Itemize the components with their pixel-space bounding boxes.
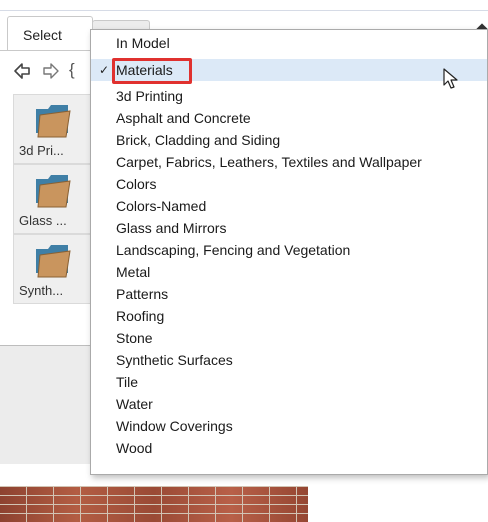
top-strip (0, 0, 488, 11)
folder-icon (36, 105, 71, 138)
materials-browser: Select { 3d Pri... Glass ... Synth... In… (0, 0, 488, 522)
material-tile[interactable]: Glass ... (13, 164, 91, 234)
menu-item-synthetic-surfaces[interactable]: Synthetic Surfaces (91, 349, 487, 371)
tab-select-label: Select (23, 27, 62, 43)
checkmark-icon: ✓ (99, 63, 110, 77)
menu-item-carpet-fabrics[interactable]: Carpet, Fabrics, Leathers, Textiles and … (91, 151, 487, 173)
collection-dropdown-menu: In Model ✓ Materials 3d Printing Asphalt… (90, 29, 488, 475)
material-tile[interactable]: Synth... (13, 234, 91, 304)
menu-item-brick-cladding[interactable]: Brick, Cladding and Siding (91, 129, 487, 151)
menu-item-asphalt-concrete[interactable]: Asphalt and Concrete (91, 107, 487, 129)
menu-item-roofing[interactable]: Roofing (91, 305, 487, 327)
menu-item-colors[interactable]: Colors (91, 173, 487, 195)
tile-label: Glass ... (19, 213, 67, 228)
tile-label: 3d Pri... (19, 143, 64, 158)
red-highlight-box (112, 58, 192, 84)
menu-item-glass-mirrors[interactable]: Glass and Mirrors (91, 217, 487, 239)
menu-item-3d-printing[interactable]: 3d Printing (91, 85, 487, 107)
menu-item-water[interactable]: Water (91, 393, 487, 415)
menu-item-window-coverings[interactable]: Window Coverings (91, 415, 487, 437)
brick-material-swatch[interactable] (0, 486, 308, 522)
material-tile[interactable]: 3d Pri... (13, 94, 91, 164)
back-arrow-icon[interactable] (13, 62, 31, 80)
menu-item-patterns[interactable]: Patterns (91, 283, 487, 305)
folder-icon (36, 245, 71, 278)
menu-item-in-model[interactable]: In Model (91, 32, 487, 54)
mouse-pointer-icon (443, 68, 459, 95)
menu-item-materials[interactable]: ✓ Materials (91, 58, 487, 84)
tile-label: Synth... (19, 283, 64, 298)
menu-item-stone[interactable]: Stone (91, 327, 487, 349)
menu-item-colors-named[interactable]: Colors-Named (91, 195, 487, 217)
home-icon[interactable]: { (69, 60, 75, 80)
material-grid: 3d Pri... Glass ... Synth... (13, 94, 91, 304)
forward-arrow-icon[interactable] (42, 62, 60, 80)
menu-item-wood[interactable]: Wood (91, 437, 487, 459)
menu-item-landscaping[interactable]: Landscaping, Fencing and Vegetation (91, 239, 487, 261)
menu-item-metal[interactable]: Metal (91, 261, 487, 283)
folder-icon (36, 175, 71, 208)
menu-item-tile[interactable]: Tile (91, 371, 487, 393)
